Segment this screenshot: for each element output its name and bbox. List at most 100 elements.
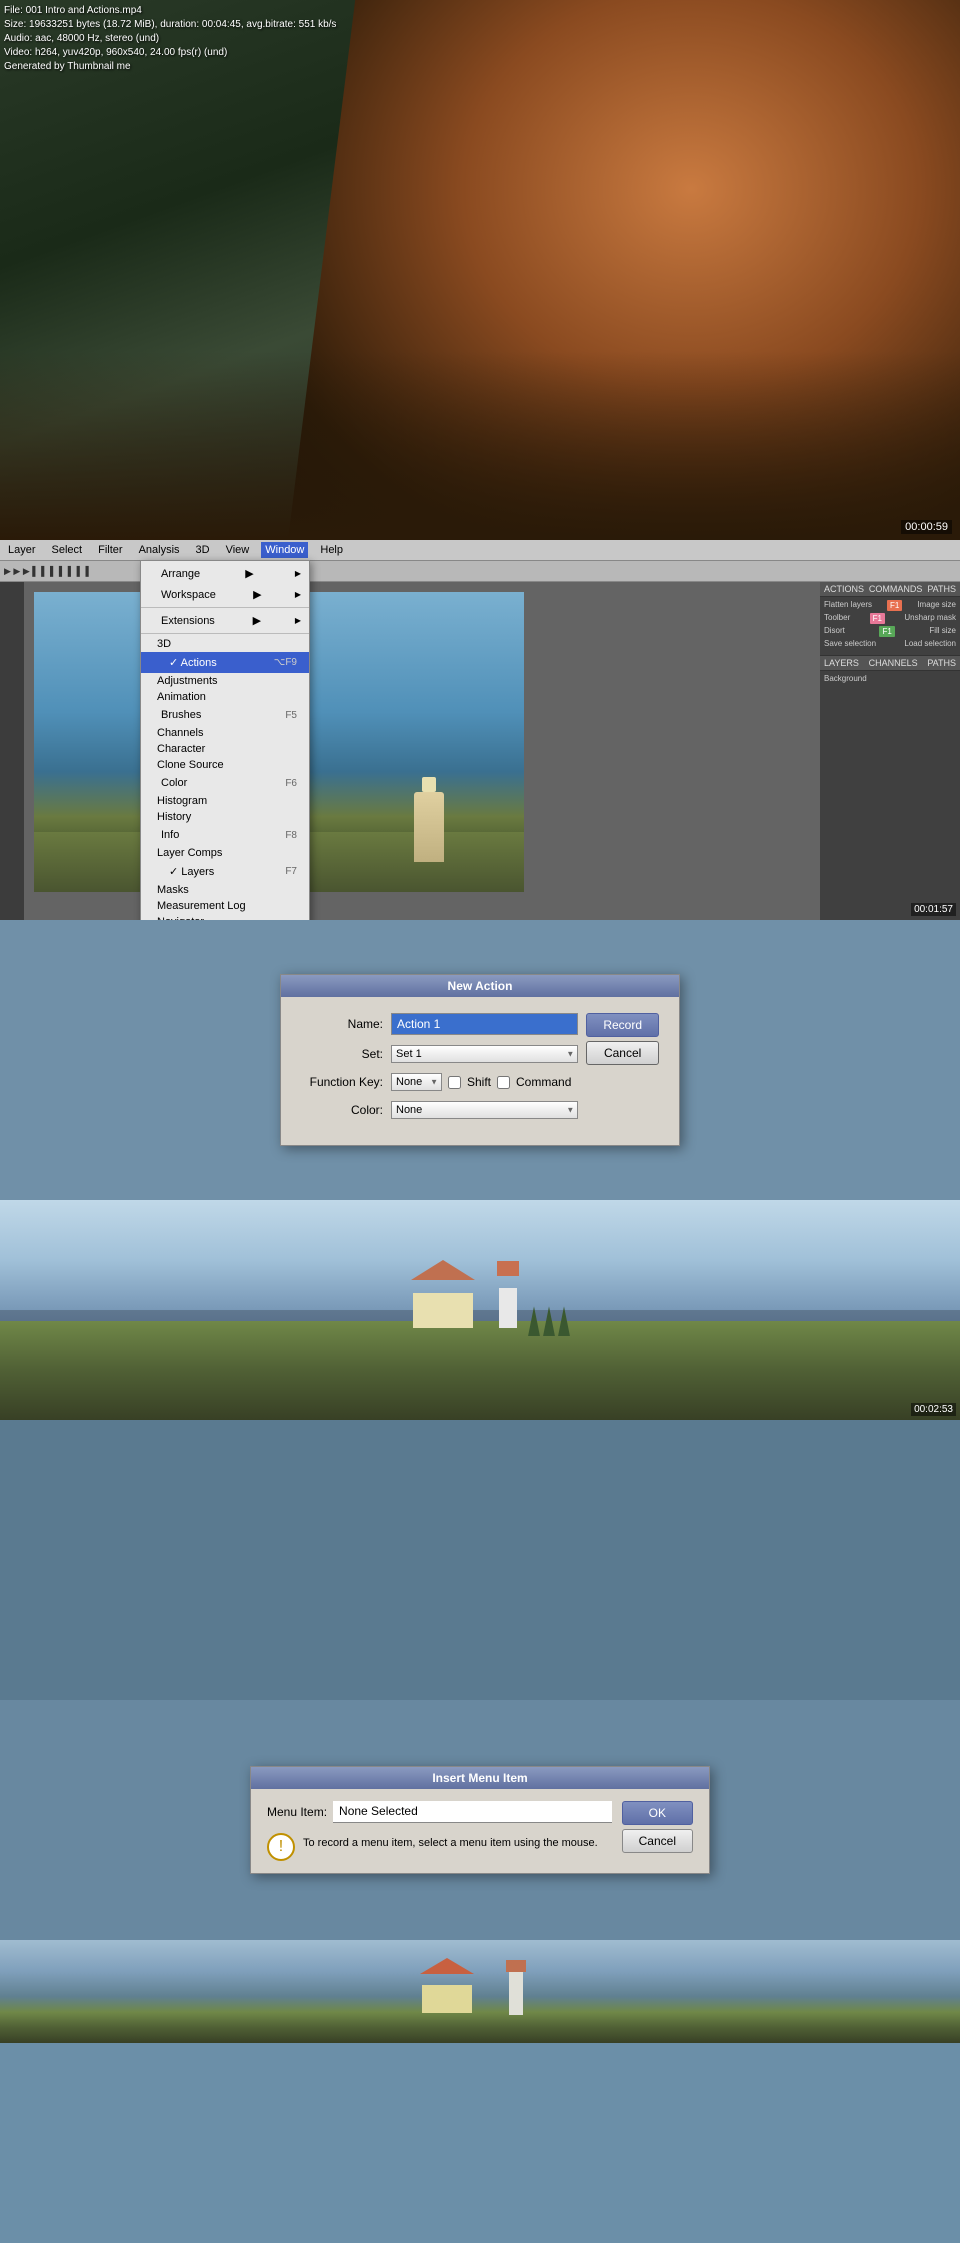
photoshop-right-panels: ACTIONS COMMANDS PATHS Flatten layers F1… bbox=[820, 582, 960, 920]
insert-menu-dialog-section: Insert Menu Item Menu Item: None Selecte… bbox=[0, 1700, 960, 1940]
set-label: Set: bbox=[301, 1047, 391, 1061]
new-action-dialog: New Action Name: Set: Set 1 bbox=[280, 974, 680, 1146]
actions-row-3: Disort F1 Fill size bbox=[822, 625, 958, 638]
dropdown-animation[interactable]: Animation bbox=[141, 689, 309, 705]
dropdown-adjustments[interactable]: Adjustments bbox=[141, 673, 309, 689]
menu-analysis[interactable]: Analysis bbox=[135, 542, 184, 558]
dropdown-measurement-log[interactable]: Measurement Log bbox=[141, 898, 309, 914]
paths-panel-title: PATHS bbox=[927, 658, 956, 668]
record-button[interactable]: Record bbox=[586, 1013, 659, 1037]
dropdown-character[interactable]: Character bbox=[141, 741, 309, 757]
actions-panel-title-2: COMMANDS bbox=[869, 584, 923, 594]
menu-help[interactable]: Help bbox=[316, 542, 347, 558]
ps-timestamp: 00:01:57 bbox=[911, 903, 956, 916]
name-input[interactable] bbox=[391, 1013, 578, 1035]
command-label: Command bbox=[516, 1075, 571, 1089]
video-timestamp-1: 00:00:59 bbox=[901, 520, 952, 534]
dropdown-actions[interactable]: ✓ Actions⌥F9 bbox=[141, 652, 309, 673]
cancel-button[interactable]: Cancel bbox=[586, 1041, 659, 1065]
shift-checkbox[interactable] bbox=[448, 1076, 461, 1089]
action-fill: Fill size bbox=[929, 626, 956, 637]
ls-land bbox=[0, 1321, 960, 1420]
dropdown-clone-source[interactable]: Clone Source bbox=[141, 757, 309, 773]
actions-row-2: Toolber F1 Unsharp mask bbox=[822, 612, 958, 625]
ls-trees bbox=[528, 1306, 570, 1336]
dropdown-arrange[interactable]: Arrange▶ bbox=[141, 563, 309, 584]
dropdown-workspace[interactable]: Workspace▶ bbox=[141, 584, 309, 605]
function-key-label: Function Key: bbox=[301, 1075, 391, 1089]
color-row: Color: None bbox=[301, 1101, 578, 1119]
dialog-form: Name: Set: Set 1 Function bbox=[301, 1013, 578, 1129]
dropdown-sep-1 bbox=[141, 607, 309, 608]
ls-house-roof bbox=[411, 1260, 475, 1280]
color-select[interactable]: None bbox=[391, 1101, 578, 1119]
landscape1-timestamp: 00:02:53 bbox=[911, 1403, 956, 1416]
insert-cancel-button[interactable]: Cancel bbox=[622, 1829, 693, 1853]
ls-house-body bbox=[413, 1293, 473, 1328]
actions-panel-body: Flatten layers F1 Image size Toolber F1 … bbox=[820, 597, 960, 651]
menu-window[interactable]: Window bbox=[261, 542, 308, 558]
action-load-sel: Load selection bbox=[904, 639, 956, 648]
new-action-dialog-section: New Action Name: Set: Set 1 bbox=[0, 920, 960, 1200]
name-label: Name: bbox=[301, 1017, 391, 1031]
bl-house-roof bbox=[420, 1958, 474, 1974]
menu-filter[interactable]: Filter bbox=[94, 542, 126, 558]
insert-dialog-titlebar: Insert Menu Item bbox=[251, 1767, 709, 1789]
set-row: Set: Set 1 bbox=[301, 1045, 578, 1063]
actions-row-4: Save selection Load selection bbox=[822, 638, 958, 649]
insert-ok-button[interactable]: OK bbox=[622, 1801, 693, 1825]
menu-view[interactable]: View bbox=[222, 542, 254, 558]
dropdown-navigator[interactable]: Navigator bbox=[141, 914, 309, 920]
action-disort: Disort bbox=[824, 626, 845, 637]
menu-3d[interactable]: 3D bbox=[192, 542, 214, 558]
layers-panel-title: LAYERS bbox=[824, 658, 859, 668]
dropdown-channels[interactable]: Channels bbox=[141, 725, 309, 741]
warning-icon: ! bbox=[267, 1833, 295, 1861]
action-badge-1: F1 bbox=[887, 600, 902, 611]
ls-tree-2 bbox=[543, 1306, 555, 1336]
new-action-dialog-content: Name: Set: Set 1 Function bbox=[281, 997, 679, 1145]
insert-warning-row: ! To record a menu item, select a menu i… bbox=[267, 1833, 612, 1861]
set-select-wrapper: Set 1 bbox=[391, 1045, 578, 1063]
function-key-select[interactable]: None bbox=[391, 1073, 442, 1091]
dropdown-brushes[interactable]: BrushesF5 bbox=[141, 705, 309, 725]
dropdown-info[interactable]: InfoF8 bbox=[141, 825, 309, 845]
insert-dialog-content: Menu Item: None Selected ! To record a m… bbox=[251, 1789, 709, 1873]
function-key-select-wrapper: None bbox=[391, 1073, 442, 1091]
menu-layer[interactable]: Layer bbox=[4, 542, 40, 558]
dropdown-histogram[interactable]: Histogram bbox=[141, 793, 309, 809]
video-thumbnail-section: File: 001 Intro and Actions.mp4 Size: 19… bbox=[0, 0, 960, 540]
dropdown-masks[interactable]: Masks bbox=[141, 882, 309, 898]
photoshop-ui-section: Layer Select Filter Analysis 3D View Win… bbox=[0, 540, 960, 920]
landscape-section-1: 00:02:53 bbox=[0, 1200, 960, 1420]
warning-text: To record a menu item, select a menu ite… bbox=[303, 1833, 598, 1849]
dropdown-history[interactable]: History bbox=[141, 809, 309, 825]
ls-lighthouse bbox=[499, 1273, 517, 1328]
set-select[interactable]: Set 1 bbox=[391, 1045, 578, 1063]
menu-select[interactable]: Select bbox=[48, 542, 87, 558]
menu-item-label: Menu Item: bbox=[267, 1805, 327, 1819]
color-label: Color: bbox=[301, 1103, 391, 1117]
layers-panel-body: Background bbox=[820, 671, 960, 686]
layer-background: Background bbox=[824, 674, 867, 683]
insert-menu-dialog: Insert Menu Item Menu Item: None Selecte… bbox=[250, 1766, 710, 1874]
action-badge-3: F1 bbox=[879, 626, 894, 637]
dropdown-3d[interactable]: 3D bbox=[141, 636, 309, 652]
actions-panel-title: ACTIONS bbox=[824, 584, 864, 594]
dropdown-layer-comps[interactable]: Layer Comps bbox=[141, 845, 309, 861]
command-checkbox[interactable] bbox=[497, 1076, 510, 1089]
video-metadata: File: 001 Intro and Actions.mp4 Size: 19… bbox=[4, 4, 336, 74]
action-save-sel: Save selection bbox=[824, 639, 876, 648]
dropdown-sep-2 bbox=[141, 633, 309, 634]
dropdown-color[interactable]: ColorF6 bbox=[141, 773, 309, 793]
ls-lh-body bbox=[499, 1288, 517, 1328]
dropdown-extensions[interactable]: Extensions▶ bbox=[141, 610, 309, 631]
insert-dialog-buttons: OK Cancel bbox=[622, 1801, 693, 1853]
menu-item-row: Menu Item: None Selected bbox=[267, 1801, 612, 1823]
dark-middle-section bbox=[0, 1420, 960, 1700]
bottom-landscape-section bbox=[0, 1940, 960, 2043]
insert-dialog-main: Menu Item: None Selected ! To record a m… bbox=[267, 1801, 693, 1861]
menu-item-value: None Selected bbox=[333, 1801, 612, 1823]
action-badge-2: F1 bbox=[870, 613, 885, 624]
dropdown-layers[interactable]: ✓ LayersF7 bbox=[141, 861, 309, 882]
